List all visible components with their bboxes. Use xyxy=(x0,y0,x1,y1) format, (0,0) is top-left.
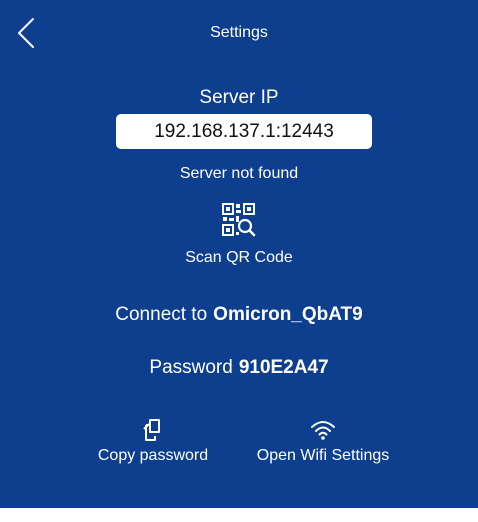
wifi-ssid: Omicron_QbAT9 xyxy=(213,304,363,325)
wifi-icon xyxy=(311,421,335,440)
server-ip-input[interactable] xyxy=(116,114,372,149)
wifi-password: 910E2A47 xyxy=(238,357,329,378)
server-ip-label: Server IP xyxy=(199,87,279,108)
password-row: Password 910E2A47 xyxy=(0,357,478,379)
open-wifi-settings-button[interactable]: Open Wifi Settings xyxy=(242,417,404,465)
scan-qr-label: Scan QR Code xyxy=(185,249,293,266)
copy-password-button[interactable]: Copy password xyxy=(86,417,220,465)
copy-icon xyxy=(143,419,160,441)
scan-qr-button[interactable]: Scan QR Code xyxy=(174,203,304,275)
settings-screen: Settings Server IP Server not found Sca xyxy=(0,0,478,508)
password-label: Password xyxy=(149,357,233,378)
page-title: Settings xyxy=(210,24,268,41)
copy-password-label: Copy password xyxy=(97,447,209,464)
qr-scan-icon xyxy=(222,203,256,237)
open-wifi-settings-label: Open Wifi Settings xyxy=(256,447,390,464)
connect-to-label: Connect to xyxy=(115,304,208,325)
server-status-text: Server not found xyxy=(179,165,299,182)
connect-to-row: Connect to Omicron_QbAT9 xyxy=(0,304,478,326)
